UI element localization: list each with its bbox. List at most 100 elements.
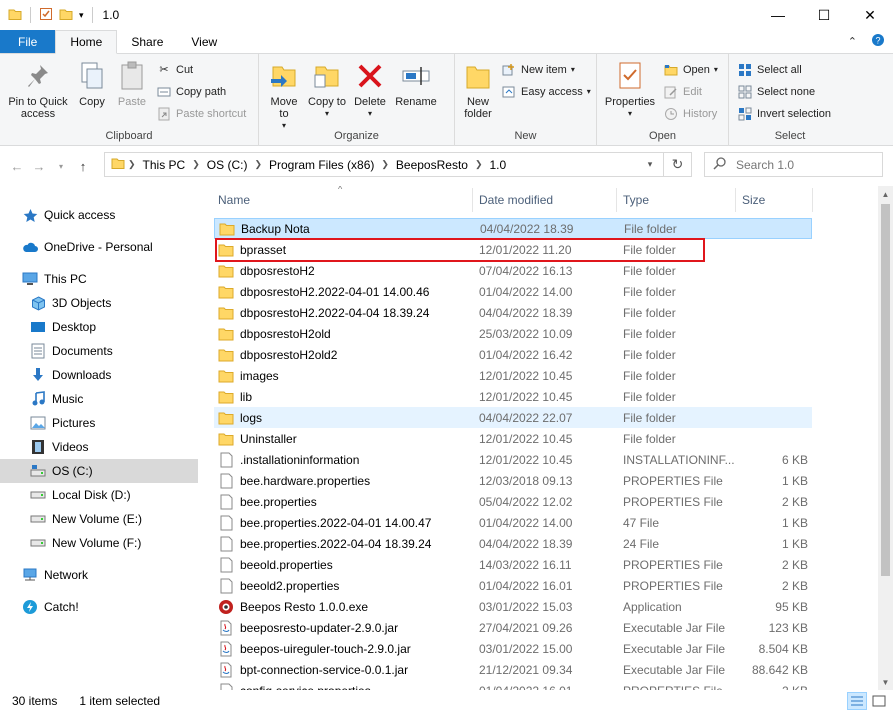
scroll-down-icon[interactable]: ▼ <box>878 674 893 690</box>
chevron-right-icon[interactable]: ❯ <box>125 159 139 170</box>
crumb-program-files[interactable]: Program Files (x86) <box>265 158 378 172</box>
file-row[interactable]: Beepos Resto 1.0.0.exe 03/01/2022 15.03 Ap… <box>214 596 812 617</box>
details-view-icon[interactable] <box>847 692 867 710</box>
address-bar[interactable]: ❯ This PC ❯ OS (C:) ❯ Program Files (x86… <box>104 152 692 177</box>
file-row[interactable]: bpt-connection-service-0.0.1.jar 21/12/20… <box>214 659 812 680</box>
crumb-current[interactable]: 1.0 <box>486 158 511 172</box>
search-placeholder: Search 1.0 <box>736 157 795 172</box>
column-divider[interactable] <box>812 188 813 212</box>
file-row[interactable]: .installationinformation 12/01/2022 10.45… <box>214 449 812 470</box>
customize-dropdown-icon[interactable]: ▾ <box>79 10 84 21</box>
file-row[interactable]: images 12/01/2022 10.45 File folder <box>214 365 812 386</box>
search-input[interactable]: Search 1.0 <box>704 152 883 177</box>
paste-label: Paste <box>117 96 147 108</box>
file-row[interactable]: dbposrestoH2 07/04/2022 16.13 File folder <box>214 260 812 281</box>
back-arrow-icon[interactable]: ← <box>6 159 28 174</box>
properties-check-icon[interactable] <box>39 7 53 24</box>
nav-music[interactable]: Music <box>0 387 198 411</box>
refresh-icon[interactable]: ↻ <box>663 153 691 176</box>
nav-new-volume-e[interactable]: New Volume (E:) <box>0 507 198 531</box>
copy-path-button[interactable]: Copy path <box>156 82 246 101</box>
file-row[interactable]: bee.properties.2022-04-04 18.39.24 04/04/… <box>214 533 812 554</box>
new-item-button[interactable]: New item ▾ <box>501 60 591 79</box>
tab-file[interactable]: File <box>0 30 56 53</box>
file-name: logs <box>240 410 263 425</box>
file-date: 12/01/2022 10.45 <box>479 452 573 467</box>
large-icons-view-icon[interactable] <box>869 692 889 710</box>
easy-access-button[interactable]: Easy access ▾ <box>501 82 591 101</box>
crumb-this-pc[interactable]: This PC <box>139 158 190 172</box>
collapse-ribbon-icon[interactable]: ⌃ <box>848 35 857 48</box>
nav-local-disk-d[interactable]: Local Disk (D:) <box>0 483 198 507</box>
jar-file-icon <box>218 662 234 678</box>
tab-view[interactable]: View <box>177 30 231 53</box>
up-arrow-icon[interactable]: ↑ <box>72 159 94 174</box>
nav-documents[interactable]: Documents <box>0 339 198 363</box>
nav-pictures[interactable]: Pictures <box>0 411 198 435</box>
file-row[interactable]: beepos-uireguler-touch-2.9.0.jar 03/01/20… <box>214 638 812 659</box>
file-row[interactable]: lib 12/01/2022 10.45 File folder <box>214 386 812 407</box>
column-name[interactable]: Name <box>212 186 472 214</box>
nav-videos[interactable]: Videos <box>0 435 198 459</box>
nav-desktop[interactable]: Desktop <box>0 315 198 339</box>
select-all-button[interactable]: Select all <box>737 60 831 79</box>
nav-os-c[interactable]: OS (C:) <box>0 459 198 483</box>
file-row[interactable]: bee.hardware.properties 12/03/2018 09.13 P… <box>214 470 812 491</box>
file-row[interactable]: logs 04/04/2022 22.07 File folder <box>214 407 812 428</box>
scroll-up-icon[interactable]: ▲ <box>878 186 893 202</box>
column-size[interactable]: Size <box>736 186 812 214</box>
column-type[interactable]: Type <box>617 186 735 214</box>
file-name: bpt-connection-service-0.0.1.jar <box>240 662 409 677</box>
forward-arrow-icon[interactable]: → <box>28 159 50 174</box>
crumb-beeposresto[interactable]: BeeposResto <box>392 158 472 172</box>
nav-network[interactable]: Network <box>0 563 198 587</box>
chevron-right-icon[interactable]: ❯ <box>378 159 392 170</box>
column-date-modified[interactable]: Date modified <box>473 186 617 214</box>
file-size: 2 KB <box>781 557 808 572</box>
nav-new-volume-f[interactable]: New Volume (F:) <box>0 531 198 555</box>
nav-downloads[interactable]: Downloads <box>0 363 198 387</box>
address-dropdown-icon[interactable]: ▾ <box>639 153 661 176</box>
tab-home[interactable]: Home <box>55 30 118 54</box>
crumb-os-c[interactable]: OS (C:) <box>203 158 252 172</box>
file-row[interactable]: Uninstaller 12/01/2022 10.45 File folder <box>214 428 812 449</box>
file-row[interactable]: bprasset 12/01/2022 11.20 File folder <box>214 239 812 260</box>
file-row[interactable]: config-service.properties01/04/2022 16.0… <box>214 680 812 690</box>
minimize-button[interactable]: — <box>755 0 801 30</box>
file-row[interactable]: beeold.properties 14/03/2022 16.11 PROPERT… <box>214 554 812 575</box>
file-row[interactable]: dbposrestoH2old2 01/04/2022 16.42 File fol… <box>214 344 812 365</box>
cut-button[interactable]: ✂ Cut <box>156 60 246 79</box>
chevron-right-icon[interactable]: ❯ <box>472 159 486 170</box>
open-button[interactable]: Open ▾ <box>663 60 718 79</box>
history-button[interactable]: History <box>663 104 718 123</box>
file-row[interactable]: dbposrestoH2.2022-04-01 14.00.46 01/04/20… <box>214 281 812 302</box>
file-icon <box>218 473 234 489</box>
close-button[interactable]: ✕ <box>847 0 893 30</box>
scrollbar-thumb[interactable] <box>881 204 890 576</box>
nav-quick-access[interactable]: Quick access <box>0 203 198 227</box>
new-folder-icon[interactable] <box>59 7 73 24</box>
vertical-scrollbar[interactable]: ▲ ▼ <box>878 186 893 690</box>
file-type: File folder <box>623 242 676 257</box>
edit-button[interactable]: Edit <box>663 82 718 101</box>
file-row[interactable]: dbposrestoH2.2022-04-04 18.39.24 04/04/20… <box>214 302 812 323</box>
nav-catch[interactable]: Catch! <box>0 595 198 619</box>
file-row[interactable]: dbposrestoH2old 25/03/2022 10.09 File fold… <box>214 323 812 344</box>
file-row[interactable]: Backup Nota 04/04/2022 18.39 File folder <box>214 218 812 239</box>
file-row[interactable]: bee.properties.2022-04-01 14.00.47 01/04/… <box>214 512 812 533</box>
help-icon[interactable]: ? <box>871 33 885 50</box>
file-row[interactable]: beeposresto-updater-2.9.0.jar 27/04/2021 … <box>214 617 812 638</box>
file-row[interactable]: beeold2.properties 01/04/2022 16.01 PROPER… <box>214 575 812 596</box>
chevron-right-icon[interactable]: ❯ <box>251 159 265 170</box>
recent-locations-icon[interactable]: ▾ <box>50 162 72 171</box>
nav-this-pc[interactable]: This PC <box>0 267 198 291</box>
tab-share[interactable]: Share <box>117 30 177 53</box>
nav-3d-objects[interactable]: 3D Objects <box>0 291 198 315</box>
chevron-right-icon[interactable]: ❯ <box>189 159 203 170</box>
maximize-button[interactable]: ☐ <box>801 0 847 30</box>
invert-selection-button[interactable]: Invert selection <box>737 104 831 123</box>
paste-shortcut-button[interactable]: Paste shortcut <box>156 104 246 123</box>
select-none-button[interactable]: Select none <box>737 82 831 101</box>
nav-onedrive[interactable]: OneDrive - Personal <box>0 235 198 259</box>
file-row[interactable]: bee.properties 05/04/2022 12.02 PROPERTIES… <box>214 491 812 512</box>
